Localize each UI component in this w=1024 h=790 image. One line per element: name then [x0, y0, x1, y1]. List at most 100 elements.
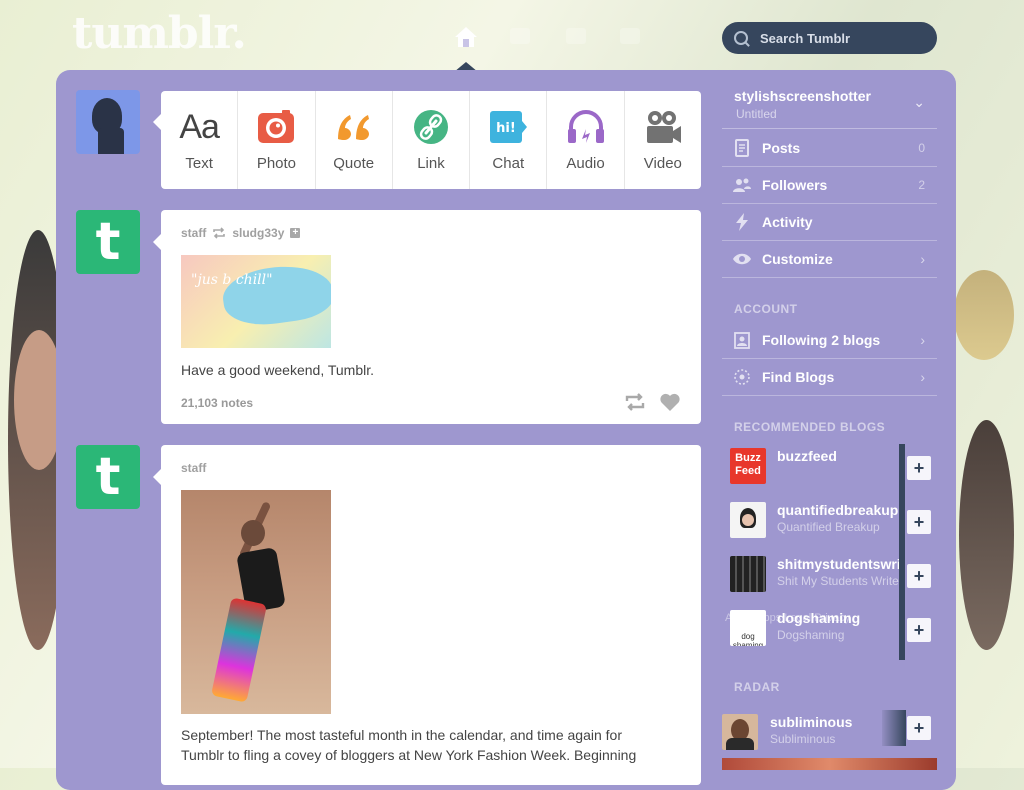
follow-button[interactable]: +: [907, 716, 931, 740]
dashboard-nav-icon[interactable]: [510, 28, 530, 44]
post-type-link[interactable]: Link: [393, 91, 471, 189]
chat-icon: hi!: [490, 111, 528, 143]
blog-name: subliminous: [770, 714, 853, 730]
search-icon: [734, 31, 748, 45]
sidebar-item-label: Posts: [762, 140, 801, 156]
post-composer: Aa Text Photo Quote Link hi! Chat Audio …: [161, 91, 701, 189]
sidebar-item-label: Customize: [762, 251, 833, 267]
account-nav-icon[interactable]: [620, 28, 640, 44]
inbox-nav-icon[interactable]: [566, 28, 586, 44]
post-type-photo[interactable]: Photo: [238, 91, 316, 189]
post-type-chat[interactable]: hi! Chat: [470, 91, 548, 189]
post-type-label: Video: [643, 155, 682, 172]
follow-button[interactable]: +: [907, 618, 931, 642]
follow-column: [882, 710, 906, 746]
chevron-right-icon: ›: [920, 332, 925, 348]
search-bar[interactable]: [722, 22, 937, 54]
posts-icon: [735, 139, 749, 157]
reblog-button[interactable]: [624, 393, 646, 411]
sidebar-item-label: Find Blogs: [762, 369, 835, 385]
sidebar-item-customize[interactable]: Customize ›: [722, 241, 937, 278]
blog-avatar[interactable]: Buzz Feed: [730, 448, 766, 484]
recommended-blog[interactable]: quantifiedbreakup Quantified Breakup +: [722, 498, 937, 552]
follow-button[interactable]: +: [907, 510, 931, 534]
follow-column: [899, 444, 905, 498]
post-photo-dancer[interactable]: [181, 490, 331, 714]
user-avatar[interactable]: [76, 90, 140, 154]
post-type-label: Chat: [492, 155, 525, 172]
home-icon[interactable]: [454, 26, 478, 48]
blog-title: Subliminous: [770, 732, 836, 746]
footer-links[interactable]: About Apps Legal Privacy: [725, 612, 850, 624]
top-bar: tumblr.: [0, 0, 1024, 72]
dolphin-shape: [219, 259, 331, 331]
post-photo-dolphin[interactable]: "jus b chill": [181, 255, 331, 348]
radar-blog[interactable]: subliminous Subliminous +: [722, 710, 937, 758]
post-header: staff: [181, 461, 206, 475]
composer-pointer: [153, 114, 161, 130]
sidebar-item-following[interactable]: Following 2 blogs ›: [722, 322, 937, 359]
post-body: September! The most tasteful month in th…: [181, 727, 637, 763]
blog-avatar[interactable]: [730, 502, 766, 538]
follow-column: [899, 606, 905, 660]
sidebar-item-count: 0: [918, 141, 925, 155]
post-author[interactable]: staff: [181, 226, 206, 240]
like-heart-icon[interactable]: [659, 392, 681, 412]
blog-switcher[interactable]: stylishscreenshotter Untitled ⌄: [722, 80, 937, 129]
post-type-video[interactable]: Video: [625, 91, 701, 189]
account-heading: ACCOUNT: [734, 302, 798, 316]
post-type-label: Quote: [333, 155, 375, 172]
blog-name: quantifiedbreakup: [777, 502, 899, 518]
chevron-right-icon: ›: [920, 251, 925, 267]
avatar-neck-silhouette: [98, 128, 124, 154]
video-camera-icon: [646, 111, 681, 143]
search-input[interactable]: [758, 29, 922, 47]
post-type-quote[interactable]: Quote: [316, 91, 393, 189]
tumblr-logo[interactable]: tumblr.: [72, 8, 247, 59]
post-type-label: Text: [185, 155, 213, 172]
post-author[interactable]: staff: [181, 461, 206, 475]
quote-icon: [334, 109, 374, 145]
link-icon: [413, 110, 448, 144]
blog-avatar[interactable]: [722, 714, 758, 750]
follow-column: [899, 498, 905, 552]
post-type-label: Link: [417, 155, 445, 172]
blog-title: Untitled: [736, 107, 777, 121]
blog-name: shitmystudentswrite: [777, 556, 902, 572]
recommended-heading: RECOMMENDED BLOGS: [734, 420, 886, 434]
recommended-blog[interactable]: shitmystudentswrite Shit My Students Wri…: [722, 552, 937, 606]
sidebar-item-posts[interactable]: Posts 0: [722, 130, 937, 167]
sidebar-item-label: Followers: [762, 177, 828, 193]
reblogged-from[interactable]: sludg33y: [232, 226, 284, 240]
post-notes[interactable]: 21,103 notes: [181, 396, 253, 410]
sidebar-item-find-blogs[interactable]: Find Blogs ›: [722, 359, 937, 396]
following-icon: [734, 332, 750, 349]
background-car-right: [954, 270, 1014, 360]
staff-avatar[interactable]: t: [76, 445, 140, 509]
recommended-blog[interactable]: Buzz Feed buzzfeed +: [722, 444, 937, 498]
blog-avatar[interactable]: [730, 556, 766, 592]
blog-title: Shit My Students Write: [777, 574, 899, 588]
eye-icon: [733, 253, 751, 265]
post-type-label: Audio: [566, 155, 605, 172]
chevron-down-icon: ⌄: [913, 94, 925, 110]
follow-button[interactable]: +: [907, 456, 931, 480]
staff-avatar[interactable]: t: [76, 210, 140, 274]
follow-column: [899, 552, 905, 606]
find-blogs-icon: [734, 369, 750, 385]
follow-plus-icon[interactable]: +: [290, 228, 301, 238]
radar-heading: RADAR: [734, 680, 780, 694]
sidebar-item-label: Following 2 blogs: [762, 332, 881, 348]
background-legs-right: [959, 420, 1014, 650]
dancer-head: [241, 520, 265, 546]
post-header: staff sludg33y +: [181, 226, 301, 240]
photo-caption: "jus b chill": [191, 272, 273, 288]
radar-post-preview[interactable]: [722, 758, 937, 770]
post-type-text[interactable]: Aa Text: [161, 91, 239, 189]
follow-button[interactable]: +: [907, 564, 931, 588]
reblog-icon: [213, 227, 226, 239]
post-type-audio[interactable]: Audio: [547, 91, 625, 189]
post-pointer: [153, 469, 161, 485]
sidebar-item-activity[interactable]: Activity: [722, 204, 937, 241]
sidebar-item-followers[interactable]: Followers 2: [722, 167, 937, 204]
